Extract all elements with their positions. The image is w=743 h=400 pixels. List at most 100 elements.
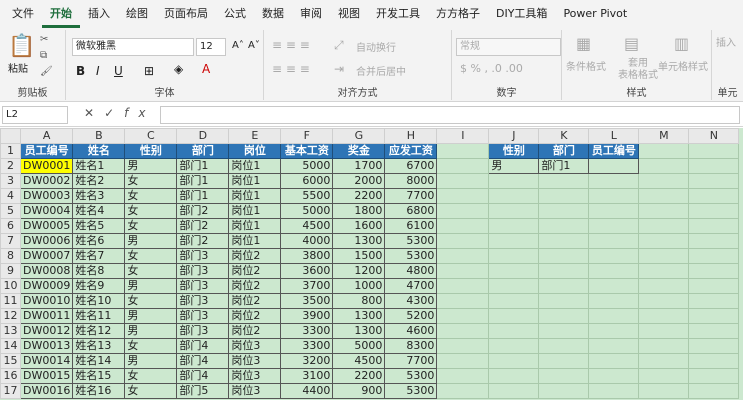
cell[interactable]: 4400 [280,383,334,399]
cell[interactable]: 应发工资 [384,143,438,159]
cell[interactable] [538,383,590,399]
italic-button[interactable]: I [96,64,100,78]
insert-function-icon[interactable]: fx [124,106,155,120]
cell[interactable]: 2200 [332,188,386,204]
cancel-icon[interactable]: ✕ [84,106,104,120]
cell[interactable] [638,338,690,354]
cell[interactable] [436,323,490,339]
cell[interactable]: 部门 [538,143,590,159]
cell-style-button[interactable]: 单元格样式 [658,58,708,73]
cell[interactable] [688,218,740,234]
cell[interactable] [488,338,540,354]
conditional-format-icon[interactable]: ▦ [576,34,591,53]
worksheet-grid[interactable]: A B C D E F G H I J K L M N 1 员工编号 姓名 性别 部门 岗位 基本工资 奖金 应发工资 性别部… [0,128,743,400]
cell[interactable]: 男 [124,233,178,249]
cell[interactable]: 姓名15 [72,368,126,384]
row-header[interactable]: 8 [0,248,21,264]
cell[interactable] [588,323,640,339]
cell[interactable]: 岗位3 [228,353,282,369]
cell[interactable]: 5300 [384,233,438,249]
cell[interactable] [688,383,740,399]
row-header[interactable]: 3 [0,173,21,189]
cell[interactable] [538,338,590,354]
cell[interactable]: 岗位3 [228,338,282,354]
cell[interactable]: 1000 [332,278,386,294]
cell[interactable] [488,218,540,234]
cell[interactable] [436,368,490,384]
cell[interactable]: 3500 [280,293,334,309]
cell[interactable] [588,233,640,249]
column-header[interactable]: D [176,128,230,144]
cell[interactable] [436,383,490,399]
cell[interactable]: 岗位1 [228,188,282,204]
cell[interactable] [638,293,690,309]
cell[interactable]: 部门2 [176,233,230,249]
cell[interactable]: 性别 [488,143,540,159]
cell[interactable] [436,263,490,279]
cell[interactable]: 男 [124,158,178,174]
column-header[interactable]: E [228,128,282,144]
merge-center-button[interactable]: 合并后居中 [356,63,406,78]
column-header[interactable]: I [436,128,490,144]
cell[interactable]: 900 [332,383,386,399]
cell[interactable]: 男 [124,353,178,369]
cell[interactable] [538,263,590,279]
cell[interactable]: 岗位1 [228,173,282,189]
column-header[interactable]: C [124,128,178,144]
cell[interactable]: 岗位3 [228,383,282,399]
cell[interactable] [538,353,590,369]
cell[interactable]: 姓名8 [72,263,126,279]
cell[interactable]: 姓名12 [72,323,126,339]
cell[interactable] [638,248,690,264]
cell[interactable] [588,203,640,219]
font-size-select[interactable]: 12 [196,38,226,56]
enter-icon[interactable]: ✓ [104,106,124,120]
align-top-icon[interactable]: ≡ ≡ ≡ [272,38,310,52]
cell[interactable] [688,203,740,219]
cell[interactable]: 5500 [280,188,334,204]
cell[interactable] [688,368,740,384]
cell[interactable] [436,188,490,204]
cell[interactable] [538,368,590,384]
cell[interactable] [436,158,490,174]
cell[interactable]: 4000 [280,233,334,249]
cell[interactable]: 8300 [384,338,438,354]
column-header[interactable]: K [538,128,590,144]
cell[interactable] [538,248,590,264]
cell[interactable]: 女 [124,383,178,399]
cell[interactable] [436,143,490,159]
cell[interactable]: 5000 [332,338,386,354]
column-header[interactable]: H [384,128,438,144]
fill-color-icon[interactable]: ◈ [174,62,183,76]
cell[interactable]: 7700 [384,353,438,369]
paste-button[interactable]: 粘贴 [8,60,28,75]
row-header[interactable]: 6 [0,218,21,234]
cell[interactable] [436,278,490,294]
cell[interactable]: 姓名6 [72,233,126,249]
cell[interactable]: 岗位2 [228,308,282,324]
tab-4[interactable]: 页面布局 [156,0,216,28]
cell[interactable]: DW0016 [19,383,74,399]
cell[interactable]: 岗位1 [228,158,282,174]
cell[interactable]: 3700 [280,278,334,294]
cell[interactable]: DW0012 [19,323,74,339]
name-box[interactable]: L2 [2,106,68,124]
wrap-text-button[interactable]: 自动换行 [356,39,396,54]
paste-icon[interactable]: 📋 [8,34,35,59]
cell[interactable]: 部门4 [176,368,230,384]
cell[interactable]: 姓名10 [72,293,126,309]
cell[interactable]: 员工编号 [19,143,74,159]
cell[interactable]: 岗位1 [228,233,282,249]
row-header[interactable]: 15 [0,353,21,369]
cell[interactable]: 部门3 [176,323,230,339]
cell[interactable] [488,353,540,369]
cell[interactable] [538,218,590,234]
cell[interactable]: 5200 [384,308,438,324]
row-header[interactable]: 10 [0,278,21,294]
cell[interactable]: 岗位3 [228,368,282,384]
conditional-format-button[interactable]: 条件格式 [566,58,606,73]
row-header[interactable]: 13 [0,323,21,339]
cell[interactable]: 1800 [332,203,386,219]
row-header[interactable]: 5 [0,203,21,219]
cell[interactable]: 3300 [280,338,334,354]
